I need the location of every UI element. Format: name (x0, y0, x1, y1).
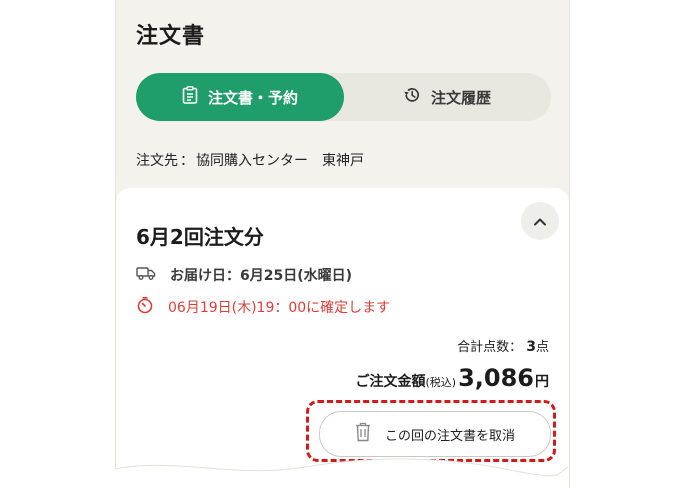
delivery-truck-icon (136, 266, 170, 284)
clipboard-icon (182, 86, 208, 108)
item-count: 合計点数： 3点 (457, 336, 549, 355)
trash-icon (355, 422, 385, 446)
order-card: 6月2回注文分 お届け日：6月25日(水曜日) 06月19日(木)19：00に確… (116, 188, 569, 488)
tab-bar: 注文書・予約 注文履歴 (136, 73, 551, 121)
tax-note: (税込) (425, 376, 457, 389)
cancel-order-button[interactable]: この回の注文書を取消 (319, 411, 551, 457)
center-place: 東神戸 (322, 153, 364, 169)
history-icon (403, 86, 431, 108)
tab-label: 注文書・予約 (207, 88, 298, 107)
delivery-date: お届け日：6月25日(水曜日) (136, 265, 352, 285)
cancel-order-label: この回の注文書を取消 (384, 428, 515, 444)
order-destination: 注文先：協同購入センター 東神戸 (136, 150, 364, 170)
order-deadline: 06月19日(木)19：00に確定します (136, 296, 390, 318)
currency-unit: 円 (535, 374, 549, 390)
delivery-date-text: お届け日：6月25日(水曜日) (170, 268, 353, 284)
tab-order-form[interactable]: 注文書・予約 (136, 73, 344, 121)
order-total-label: ご注文金額 (355, 374, 426, 390)
order-destination-label: 注文先 (136, 153, 178, 169)
tab-label: 注文履歴 (430, 88, 491, 107)
collapse-button[interactable] (521, 202, 559, 240)
timer-icon (136, 296, 168, 318)
app-screen: 注文書 注文書・予約 注文履歴 注文先 ： 協同購入センター 東神戸 6月2回注… (115, 0, 570, 488)
order-card-title: 6月2回注文分 (136, 225, 264, 249)
item-count-label: 合計点数： (457, 340, 523, 355)
chevron-up-icon (533, 212, 547, 231)
separator: ： (180, 153, 194, 169)
page-title: 注文書 (136, 24, 206, 49)
order-total-value: 3,086 (458, 364, 534, 392)
item-count-unit: 点 (535, 340, 549, 355)
item-count-value: 3 (526, 339, 536, 355)
center-name: 協同購入センター (196, 153, 308, 169)
tab-order-history[interactable]: 注文履歴 (343, 73, 551, 121)
torn-edge (115, 458, 568, 488)
order-total: ご注文金額 (税込) 3,086 円 (355, 364, 549, 392)
order-deadline-text: 06月19日(木)19：00に確定します (168, 300, 391, 316)
